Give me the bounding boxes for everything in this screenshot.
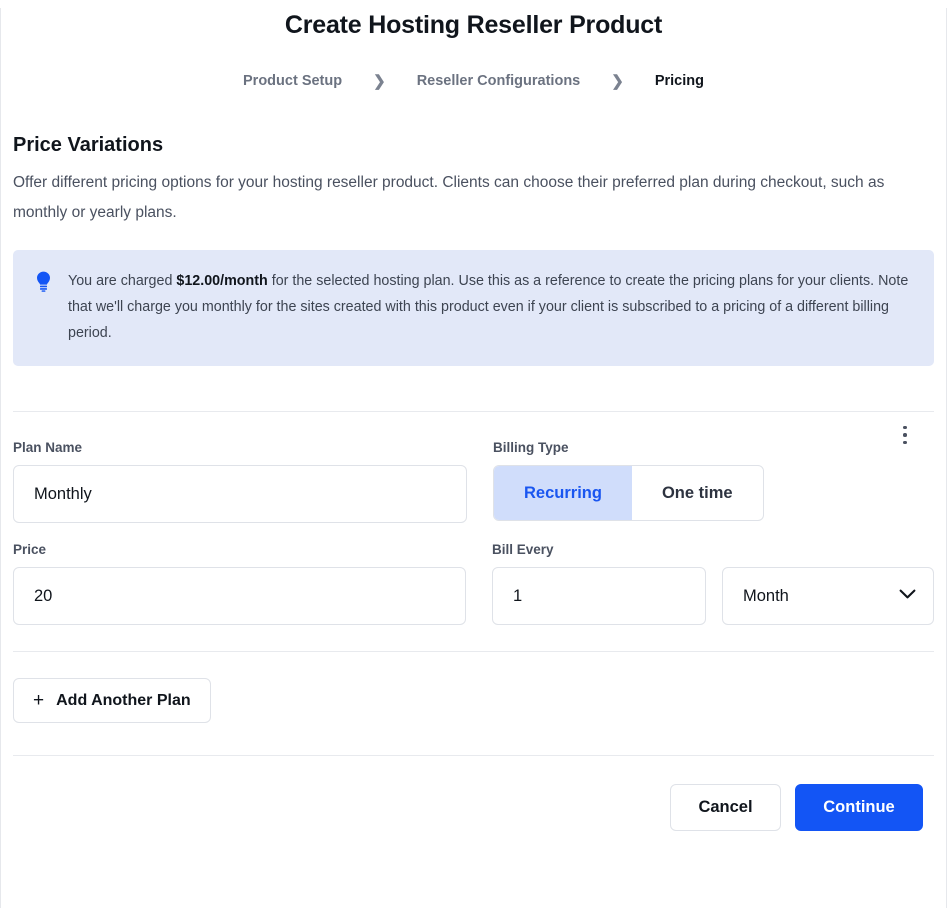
callout-text-part1: You are charged <box>68 273 176 289</box>
breadcrumb-step-product-setup[interactable]: Product Setup <box>243 73 342 89</box>
bill-every-field-group: Bill Every <box>492 541 934 625</box>
plan-name-field-group: Plan Name <box>13 439 493 523</box>
billing-type-option-recurring[interactable]: Recurring <box>494 466 632 520</box>
plan-field-row-2: Price Bill Every <box>13 541 934 625</box>
section-title: Price Variations <box>13 132 934 158</box>
billing-type-segmented-control: Recurring One time <box>493 465 764 521</box>
cancel-button[interactable]: Cancel <box>670 784 781 831</box>
page-title: Create Hosting Reseller Product <box>1 8 946 42</box>
breadcrumb-step-reseller-configurations[interactable]: Reseller Configurations <box>417 73 581 89</box>
billing-type-field-group: Billing Type Recurring One time <box>493 439 934 521</box>
add-another-plan-button[interactable]: + Add Another Plan <box>13 678 211 723</box>
plus-icon: + <box>33 691 44 710</box>
breadcrumb-step-pricing[interactable]: Pricing <box>655 73 704 89</box>
price-field-group: Price <box>13 541 492 625</box>
continue-button[interactable]: Continue <box>795 784 923 831</box>
plan-name-label: Plan Name <box>13 439 467 457</box>
create-product-card: Create Hosting Reseller Product Product … <box>0 8 947 908</box>
info-callout: You are charged $12.00/month for the sel… <box>13 250 934 366</box>
breadcrumb: Product Setup ❯ Reseller Configurations … <box>1 70 946 92</box>
main-body: Price Variations Offer different pricing… <box>1 132 946 831</box>
price-label: Price <box>13 541 466 559</box>
footer-actions: Cancel Continue <box>13 756 934 831</box>
callout-highlight-price: $12.00/month <box>176 273 267 289</box>
lightbulb-icon <box>35 271 52 297</box>
add-plan-section: + Add Another Plan <box>13 652 934 723</box>
plan-name-input[interactable] <box>13 465 467 523</box>
info-callout-text: You are charged $12.00/month for the sel… <box>68 268 914 346</box>
kebab-menu-icon[interactable] <box>893 422 917 448</box>
add-another-plan-label: Add Another Plan <box>56 692 191 710</box>
bill-every-label: Bill Every <box>492 541 934 559</box>
bill-every-count-wrap <box>492 567 706 625</box>
plan-row: Plan Name Billing Type Recurring One tim… <box>13 412 934 625</box>
price-input[interactable] <box>13 567 466 625</box>
plan-field-row-1: Plan Name Billing Type Recurring One tim… <box>13 439 934 523</box>
bill-every-period-select[interactable] <box>722 567 934 625</box>
chevron-right-icon: ❯ <box>342 74 417 89</box>
billing-type-label: Billing Type <box>493 439 934 457</box>
section-description: Offer different pricing options for your… <box>13 168 913 228</box>
bill-every-period-wrap <box>722 567 934 625</box>
bill-every-count-input[interactable] <box>492 567 706 625</box>
billing-type-option-one-time[interactable]: One time <box>632 466 763 520</box>
chevron-right-icon: ❯ <box>580 74 655 89</box>
